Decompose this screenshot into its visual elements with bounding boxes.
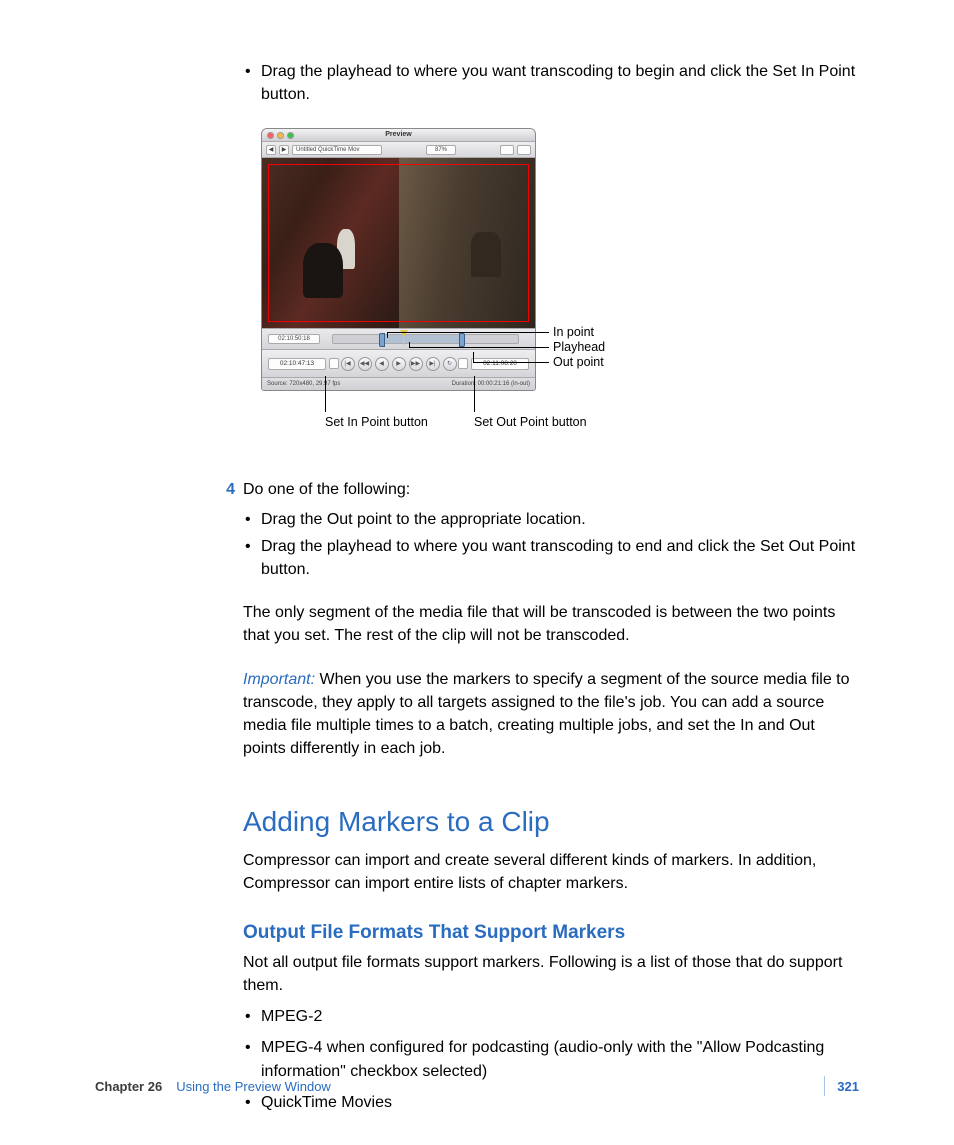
nav-fwd-button[interactable]: ▶ [279, 145, 289, 155]
video-viewport [262, 158, 535, 328]
timeline-tc: 02:10:50:18 [268, 334, 320, 344]
in-point-marker[interactable] [379, 333, 385, 347]
figure-preview-window: Preview ◀ ▶ Untitled QuickTime Mov 87% [261, 128, 781, 448]
playback-controls: |◀ ◀◀ ◀ ▶ ▶▶ ▶| ↻ [341, 357, 457, 371]
transport-bar: 02:10:47:13 |◀ ◀◀ ◀ ▶ ▶▶ ▶| ↻ 02:1 [262, 350, 535, 378]
callout-set-in: Set In Point button [325, 416, 428, 429]
window-traffic-lights [267, 132, 294, 139]
toolbar-btn-b[interactable] [517, 145, 531, 155]
step-lead: Do one of the following: [243, 478, 859, 501]
step-fwd-button[interactable]: ▶▶ [409, 357, 423, 371]
bullet-item: • Drag the Out point to the appropriate … [243, 508, 859, 531]
status-source: Source: 720x480, 29.97 fps [267, 380, 340, 389]
callout-playhead: Playhead [553, 341, 605, 354]
callout-set-out: Set Out Point button [474, 416, 587, 429]
set-in-point-button[interactable] [329, 358, 339, 369]
step-4: 4 Do one of the following: [221, 478, 859, 501]
play-button[interactable]: ▶ [392, 357, 406, 371]
loop-button[interactable]: ↻ [443, 357, 457, 371]
callout-in-point: In point [553, 326, 594, 339]
status-duration: Duration: 00:00:21:16 (in-out) [452, 380, 530, 389]
source-menu[interactable]: Untitled QuickTime Mov [292, 145, 382, 155]
nav-back-button[interactable]: ◀ [266, 145, 276, 155]
important-note: Important: When you use the markers to s… [243, 668, 859, 761]
subsection-body: Not all output file formats support mark… [243, 951, 859, 997]
goto-start-button[interactable]: |◀ [341, 357, 355, 371]
footer-page: 321 [837, 1078, 859, 1097]
step-number: 4 [221, 478, 243, 501]
toolbar-btn-a[interactable] [500, 145, 514, 155]
list-item: • MPEG-4 when configured for podcasting … [243, 1036, 859, 1082]
section-heading: Adding Markers to a Clip [243, 802, 859, 843]
toolbar: ◀ ▶ Untitled QuickTime Mov 87% [262, 142, 535, 158]
statusbar: Source: 720x480, 29.97 fps Duration: 00:… [262, 378, 535, 390]
play-back-button[interactable]: ◀ [375, 357, 389, 371]
paragraph: The only segment of the media file that … [243, 601, 859, 647]
set-out-point-button[interactable] [458, 358, 468, 369]
section-body: Compressor can import and create several… [243, 849, 859, 895]
format-text: MPEG-2 [261, 1005, 859, 1028]
important-text: When you use the markers to specify a se… [243, 671, 850, 758]
app-window: Preview ◀ ▶ Untitled QuickTime Mov 87% [261, 128, 536, 391]
bullet-dot: • [243, 60, 261, 106]
step-back-button[interactable]: ◀◀ [358, 357, 372, 371]
important-label: Important: [243, 671, 315, 688]
footer-title: Using the Preview Window [176, 1078, 331, 1097]
scale-menu[interactable]: 87% [426, 145, 456, 155]
callout-out-point: Out point [553, 356, 604, 369]
bullet-item: • Drag the playhead to where you want tr… [243, 535, 859, 581]
bullet-text: Drag the playhead to where you want tran… [261, 535, 859, 581]
bullet-text: Drag the Out point to the appropriate lo… [261, 508, 859, 531]
titlebar: Preview [262, 129, 535, 142]
bullet-text: Drag the playhead to where you want tran… [261, 60, 859, 106]
subsection-heading: Output File Formats That Support Markers [243, 919, 859, 947]
list-item: • MPEG-2 [243, 1005, 859, 1028]
footer-chapter: Chapter 26 [95, 1078, 162, 1097]
bullet-item: • Drag the playhead to where you want tr… [243, 60, 859, 106]
goto-end-button[interactable]: ▶| [426, 357, 440, 371]
out-point-marker[interactable] [459, 333, 465, 347]
page-footer: Chapter 26 Using the Preview Window 321 [95, 1078, 859, 1097]
in-timecode: 02:10:47:13 [268, 358, 326, 370]
out-timecode: 02:11:08:20 [471, 358, 529, 370]
format-text: MPEG-4 when configured for podcasting (a… [261, 1036, 859, 1082]
window-title: Preview [385, 130, 411, 140]
